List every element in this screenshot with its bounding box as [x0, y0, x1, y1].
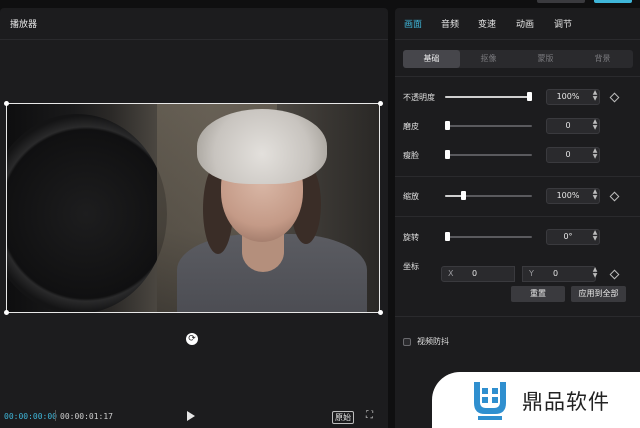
- toolbar-stub: [537, 0, 585, 3]
- scale-slider[interactable]: [445, 191, 532, 200]
- position-keyframe-icon[interactable]: [609, 269, 620, 280]
- slim-slider[interactable]: [445, 150, 532, 159]
- resize-handle-top-right[interactable]: [378, 101, 383, 106]
- reset-button[interactable]: 重置: [511, 286, 565, 302]
- slim-slider-knob[interactable]: [445, 150, 450, 159]
- player-panel: 播放器 ⟳ 00:00:00:00 00:00:01:17 原始 ⛶: [0, 8, 388, 428]
- opacity-label: 不透明度: [403, 93, 435, 102]
- smooth-label: 磨皮: [403, 122, 419, 131]
- play-icon[interactable]: [187, 411, 195, 421]
- scale-stepper-icon[interactable]: ▲ ▼: [591, 189, 599, 203]
- subtab-bar: 基础 抠像 蒙版 背景: [403, 50, 633, 68]
- slim-stepper-icon[interactable]: ▲ ▼: [591, 148, 599, 162]
- scale-keyframe-icon[interactable]: [609, 191, 620, 202]
- resize-handle-bottom-right[interactable]: [378, 310, 383, 315]
- tab-animation[interactable]: 动画: [516, 17, 534, 30]
- position-x-input[interactable]: X 0: [441, 266, 515, 282]
- divider: [395, 316, 640, 317]
- subtab-mask[interactable]: 蒙版: [517, 50, 574, 68]
- watermark-text: 鼎品软件: [522, 390, 610, 414]
- subtab-background[interactable]: 背景: [574, 50, 631, 68]
- opacity-slider-fill: [445, 96, 532, 98]
- divider: [395, 76, 640, 77]
- scale-slider-knob[interactable]: [461, 191, 467, 200]
- video-content-cap: [197, 109, 327, 184]
- tab-audio[interactable]: 音频: [441, 17, 459, 30]
- opacity-slider-knob[interactable]: [527, 92, 532, 101]
- scale-slider-fill: [445, 195, 463, 197]
- resize-handle-bottom-left[interactable]: [4, 310, 9, 315]
- smooth-stepper-icon[interactable]: ▲ ▼: [591, 119, 599, 133]
- rotate-stepper-icon[interactable]: ▲ ▼: [591, 230, 599, 244]
- subtab-basic[interactable]: 基础: [403, 50, 460, 68]
- time-separator: [55, 410, 56, 421]
- player-title: 播放器: [10, 20, 38, 30]
- stabilize-checkbox[interactable]: [403, 338, 411, 346]
- x-axis-label: X: [448, 269, 454, 278]
- tab-bar: 画面 音频 变速 动画 调节: [395, 8, 640, 38]
- y-value: 0: [553, 269, 559, 278]
- rotate-label: 旋转: [403, 233, 419, 242]
- video-preview[interactable]: [6, 103, 380, 313]
- position-label: 坐标: [403, 262, 419, 271]
- y-axis-label: Y: [529, 269, 534, 278]
- rotate-slider-knob[interactable]: [445, 232, 450, 241]
- subtab-matting[interactable]: 抠像: [460, 50, 517, 68]
- rotate-icon[interactable]: ⟳: [186, 333, 198, 345]
- opacity-stepper-icon[interactable]: ▲ ▼: [591, 90, 599, 104]
- apply-all-button[interactable]: 应用到全部: [571, 286, 626, 302]
- total-time: 00:00:01:17: [60, 412, 113, 421]
- current-time: 00:00:00:00: [4, 412, 57, 421]
- position-y-input[interactable]: Y 0: [522, 266, 596, 282]
- smooth-slider[interactable]: [445, 121, 532, 130]
- divider: [0, 39, 388, 40]
- resize-handle-top-left[interactable]: [4, 101, 9, 106]
- tab-adjust[interactable]: 调节: [554, 17, 572, 30]
- opacity-keyframe-icon[interactable]: [609, 92, 620, 103]
- fullscreen-icon[interactable]: ⛶: [366, 411, 376, 421]
- video-content-drum: [7, 114, 167, 312]
- scale-label: 缩放: [403, 192, 419, 201]
- properties-panel: 画面 音频 变速 动画 调节 基础 抠像 蒙版 背景 不透明度 100% ▲ ▼ …: [395, 8, 640, 428]
- tab-picture[interactable]: 画面: [404, 17, 422, 30]
- toolbar-stub-accent: [594, 0, 632, 3]
- slim-label: 瘦脸: [403, 151, 419, 160]
- divider: [395, 39, 640, 40]
- opacity-slider[interactable]: [445, 92, 532, 101]
- divider: [395, 176, 640, 177]
- ratio-button[interactable]: 原始: [332, 411, 354, 424]
- watermark-logo-icon: [474, 382, 506, 420]
- divider: [395, 216, 640, 217]
- stabilize-label: 视频防抖: [417, 337, 449, 346]
- tab-speed[interactable]: 变速: [478, 17, 496, 30]
- position-stepper-icon[interactable]: ▲ ▼: [591, 267, 599, 281]
- smooth-slider-knob[interactable]: [445, 121, 450, 130]
- watermark: 鼎品软件: [432, 372, 640, 428]
- x-value: 0: [472, 269, 478, 278]
- rotate-slider[interactable]: [445, 232, 532, 241]
